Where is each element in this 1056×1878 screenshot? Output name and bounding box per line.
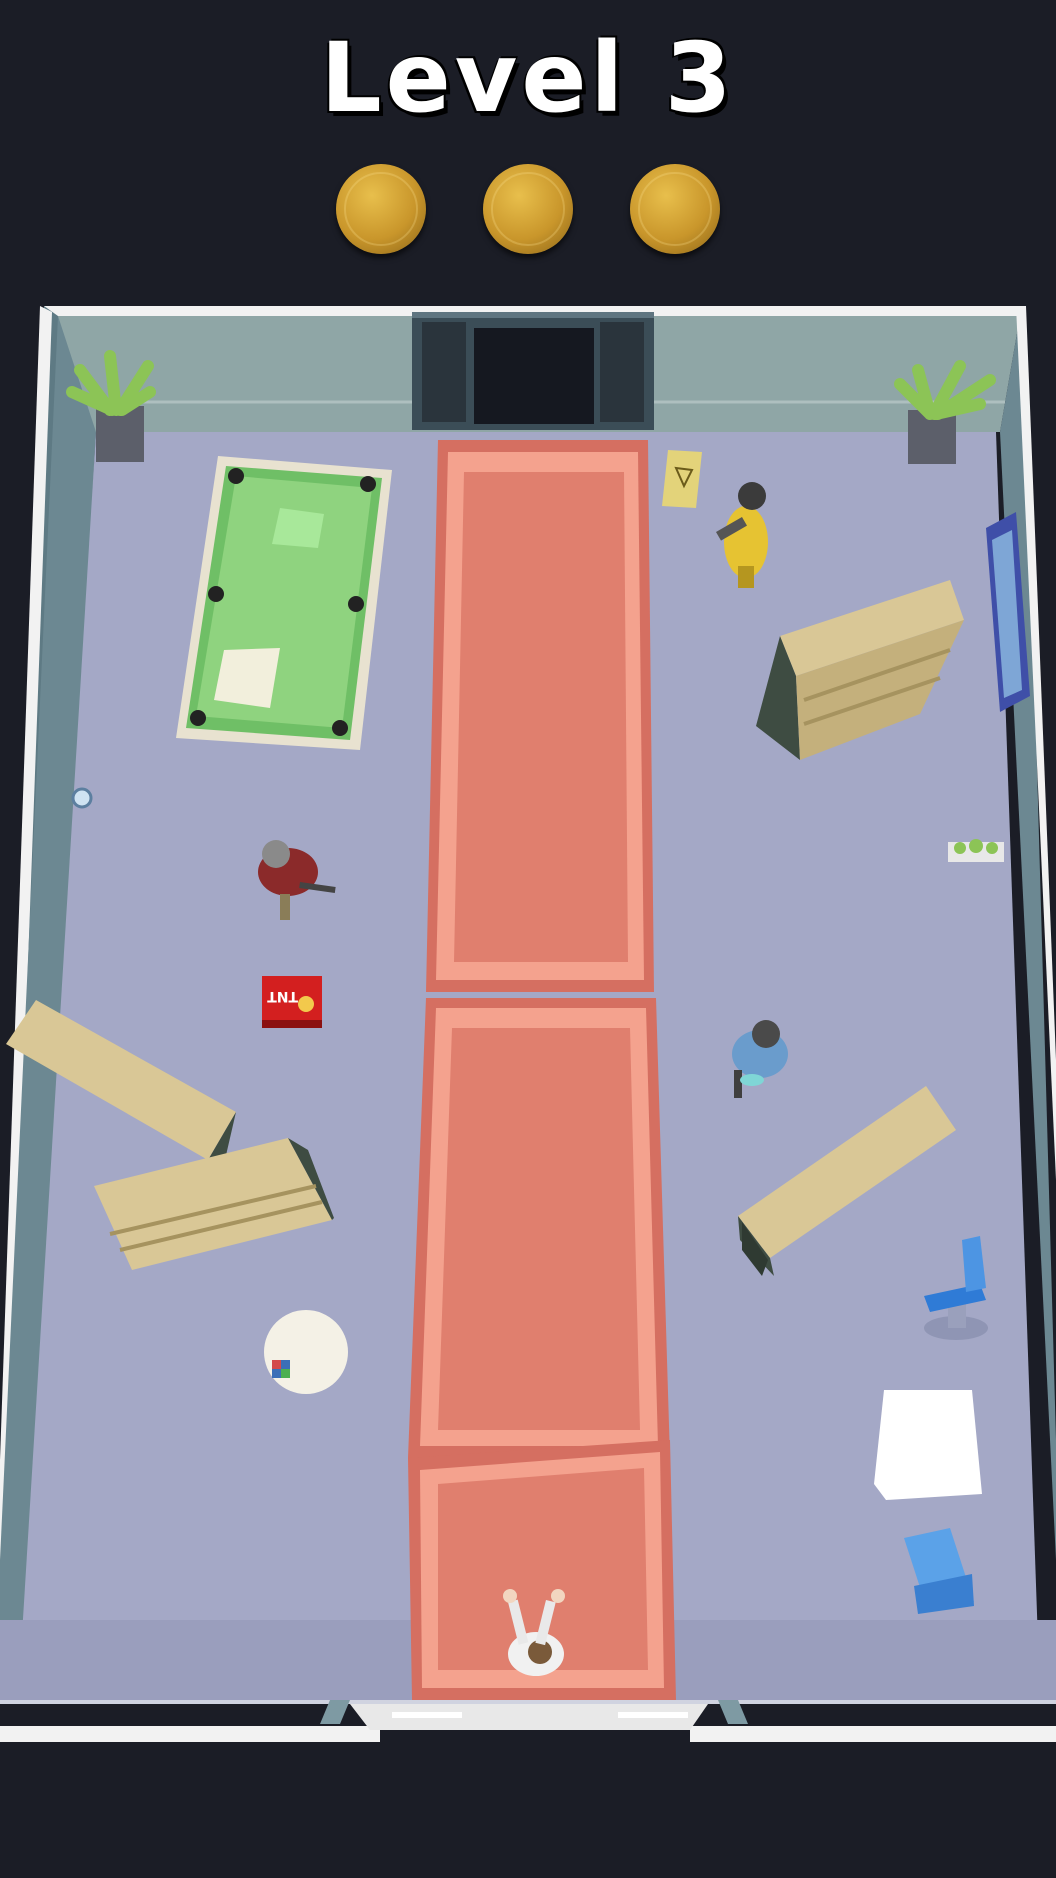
paint-bucket (71, 787, 93, 809)
tnt-crate[interactable]: TNT (262, 976, 322, 1028)
top-door[interactable] (412, 312, 654, 430)
round-table[interactable] (264, 1310, 348, 1394)
game-scene[interactable]: TNT (0, 0, 1056, 1878)
svg-text:TNT: TNT (267, 988, 298, 1004)
red-carpet-path[interactable] (408, 440, 676, 1700)
square-table[interactable] (874, 1390, 982, 1500)
wet-floor-sign (662, 450, 702, 508)
bottom-door[interactable] (320, 1700, 748, 1730)
